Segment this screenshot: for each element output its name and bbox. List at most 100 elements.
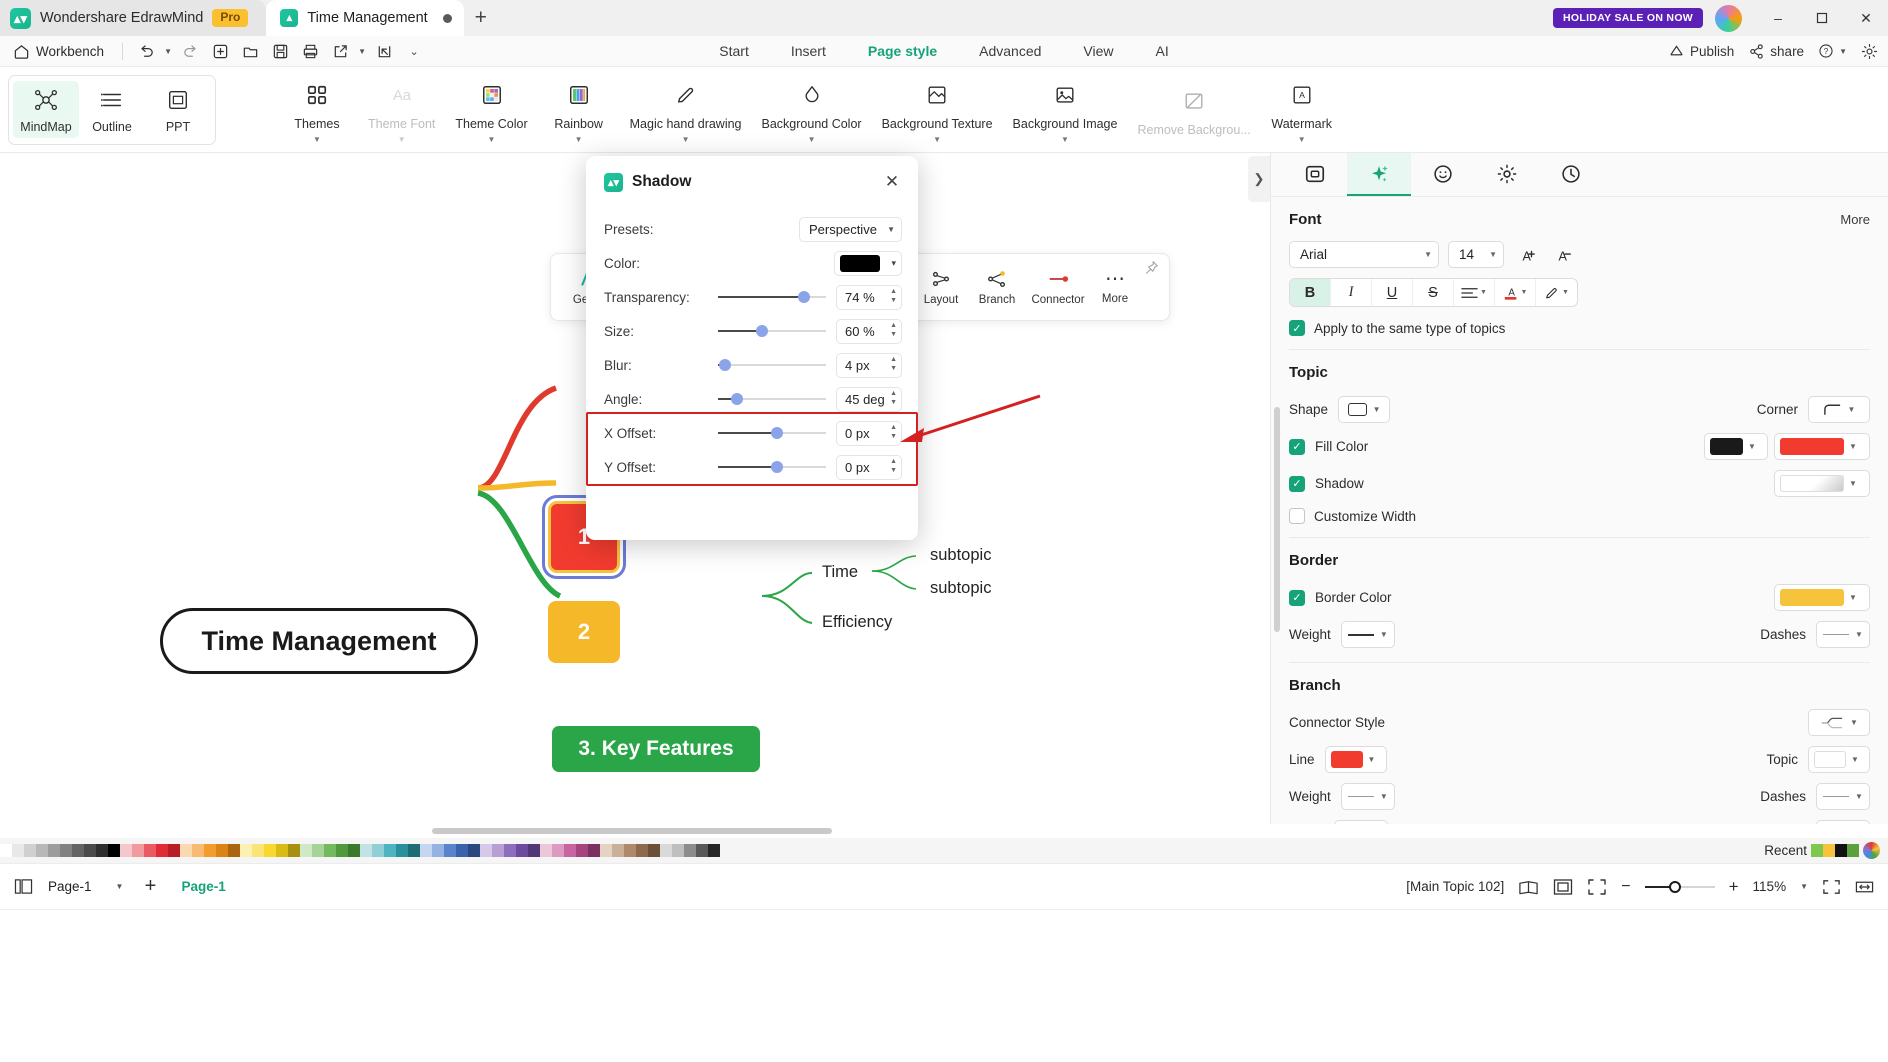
blur-stepper[interactable]: 4 px ▲ ▼ [836, 352, 902, 378]
font-more-button[interactable]: More [1840, 212, 1870, 227]
palette-swatch[interactable] [312, 844, 324, 857]
palette-swatch[interactable] [564, 844, 576, 857]
palette-swatch[interactable] [324, 844, 336, 857]
export-icon[interactable] [325, 38, 355, 64]
subnode-time[interactable]: Time [822, 563, 858, 582]
tab-insert[interactable]: Insert [770, 39, 847, 63]
palette-swatch[interactable] [612, 844, 624, 857]
fit-box-icon[interactable] [1553, 878, 1573, 896]
border-weight-select[interactable]: ▼ [1340, 621, 1395, 648]
branch-dashes-select[interactable]: ▼ [1816, 783, 1870, 810]
palette-swatch[interactable] [648, 844, 660, 857]
palette-swatch[interactable] [120, 844, 132, 857]
undo-icon[interactable] [131, 38, 161, 64]
sidebar-collapse-button[interactable]: ❯ [1248, 156, 1270, 202]
palette-swatch[interactable] [480, 844, 492, 857]
floating-layout[interactable]: Layout [913, 268, 969, 306]
ribbon-background-texture[interactable]: Background Texture ▼ [874, 74, 1001, 146]
palette-swatch[interactable] [336, 844, 348, 857]
x-offset-slider[interactable] [718, 423, 826, 443]
palette-swatch[interactable] [444, 844, 456, 857]
palette-swatch[interactable] [684, 844, 696, 857]
palette-swatch[interactable] [348, 844, 360, 857]
ribbon-ppt[interactable]: PPT [145, 81, 211, 138]
chevron-down-icon[interactable]: ▼ [575, 135, 583, 144]
sidebar-tab-emoji[interactable] [1411, 153, 1475, 196]
ribbon-watermark[interactable]: A Watermark ▼ [1263, 74, 1341, 146]
angle-stepper[interactable]: 45 deg ▲ ▼ [836, 386, 902, 412]
angle-slider[interactable] [718, 389, 826, 409]
open-icon[interactable] [235, 38, 265, 64]
shape-select[interactable]: ▼ [1338, 396, 1391, 423]
x-offset-stepper[interactable]: 0 px ▲ ▼ [836, 420, 902, 446]
palette-swatch[interactable] [156, 844, 168, 857]
two-page-icon[interactable] [1518, 878, 1539, 896]
palette-swatch[interactable] [624, 844, 636, 857]
border-color-picker[interactable]: ▼ [1774, 584, 1870, 611]
chevron-down-icon[interactable]: ▼ [1061, 135, 1069, 144]
align-icon[interactable]: ▼ [1454, 279, 1495, 306]
sidebar-scrollbar[interactable] [1274, 407, 1280, 632]
apply-same-type-checkbox[interactable]: ✓ [1289, 320, 1305, 336]
palette-swatch[interactable] [576, 844, 588, 857]
tab-advanced[interactable]: Advanced [958, 39, 1062, 63]
palette-swatch[interactable] [672, 844, 684, 857]
palette-swatch[interactable] [384, 844, 396, 857]
palette-swatch[interactable] [552, 844, 564, 857]
sidebar-tab-settings[interactable] [1475, 153, 1539, 196]
sidebar-tab-history[interactable] [1539, 153, 1603, 196]
ribbon-theme-color[interactable]: Theme Color ▼ [447, 74, 535, 146]
fill-color-picker[interactable]: ▼ [1774, 433, 1870, 460]
palette-swatch[interactable] [504, 844, 516, 857]
palette-swatch[interactable] [396, 844, 408, 857]
underline-icon[interactable]: U [1372, 279, 1413, 306]
branch-arrow-select[interactable]: ▼ [1334, 820, 1389, 824]
undo-dropdown-icon[interactable]: ▼ [161, 38, 175, 64]
subnode-efficiency[interactable]: Efficiency [822, 613, 892, 632]
shadow-checkbox[interactable]: ✓ [1289, 475, 1305, 492]
floating-more[interactable]: ⋯ More [1091, 269, 1139, 305]
highlight-icon[interactable]: ▼ [1536, 279, 1577, 306]
palette-swatch[interactable] [372, 844, 384, 857]
ribbon-rainbow[interactable]: Rainbow ▼ [540, 74, 618, 146]
branch-weight-select[interactable]: ▼ [1340, 783, 1395, 810]
shadow-dialog[interactable]: ▴▾ Shadow ✕ Presets: Perspective ▼ Color… [586, 156, 918, 540]
sidebar-tab-shape[interactable] [1283, 153, 1347, 196]
branch-line-color-picker[interactable]: ▼ [1324, 746, 1387, 773]
save-icon[interactable] [265, 38, 295, 64]
palette-swatch[interactable] [600, 844, 612, 857]
chevron-down-icon[interactable]: ▼ [682, 135, 690, 144]
ribbon-magic-hand-drawing[interactable]: Magic hand drawing ▼ [622, 74, 750, 146]
palette-swatch[interactable] [528, 844, 540, 857]
customize-width-row[interactable]: ✓ Customize Width [1289, 502, 1870, 528]
palette-swatch[interactable] [84, 844, 96, 857]
italic-icon[interactable]: I [1331, 279, 1372, 306]
canvas-hscrollbar[interactable] [0, 824, 1268, 838]
help-button[interactable]: ? ▼ [1818, 43, 1847, 59]
ribbon-themes[interactable]: Themes ▼ [278, 74, 356, 146]
page-selector[interactable]: Page-1 ▼ [40, 879, 131, 894]
new-icon[interactable] [205, 38, 235, 64]
palette-swatch[interactable] [360, 844, 372, 857]
palette-swatch[interactable] [24, 844, 36, 857]
recent-swatch[interactable] [1847, 844, 1859, 857]
subnode-subtopic-1[interactable]: subtopic [930, 546, 991, 565]
palette-swatch[interactable] [0, 844, 12, 857]
node-center[interactable]: Time Management [160, 608, 478, 674]
zoom-slider[interactable] [1644, 878, 1715, 896]
fill-pattern-select[interactable]: ▼ [1704, 433, 1768, 460]
export-dropdown-icon[interactable]: ▼ [355, 38, 369, 64]
palette-swatch[interactable] [108, 844, 120, 857]
ribbon-background-image[interactable]: Background Image ▼ [1005, 74, 1126, 146]
palette-swatch[interactable] [48, 844, 60, 857]
y-offset-stepper[interactable]: 0 px ▲ ▼ [836, 454, 902, 480]
font-color-icon[interactable]: A ▼ [1495, 279, 1536, 306]
fit-width-icon[interactable] [1855, 878, 1874, 896]
fit-screen-icon[interactable] [1822, 878, 1841, 896]
shadow-color-picker[interactable]: ▾ [834, 250, 902, 276]
page-panel-icon[interactable] [6, 878, 40, 895]
palette-swatch[interactable] [588, 844, 600, 857]
palette-swatch[interactable] [216, 844, 228, 857]
publish-button[interactable]: Publish [1668, 43, 1734, 60]
chevron-down-icon[interactable]: ▼ [488, 135, 496, 144]
